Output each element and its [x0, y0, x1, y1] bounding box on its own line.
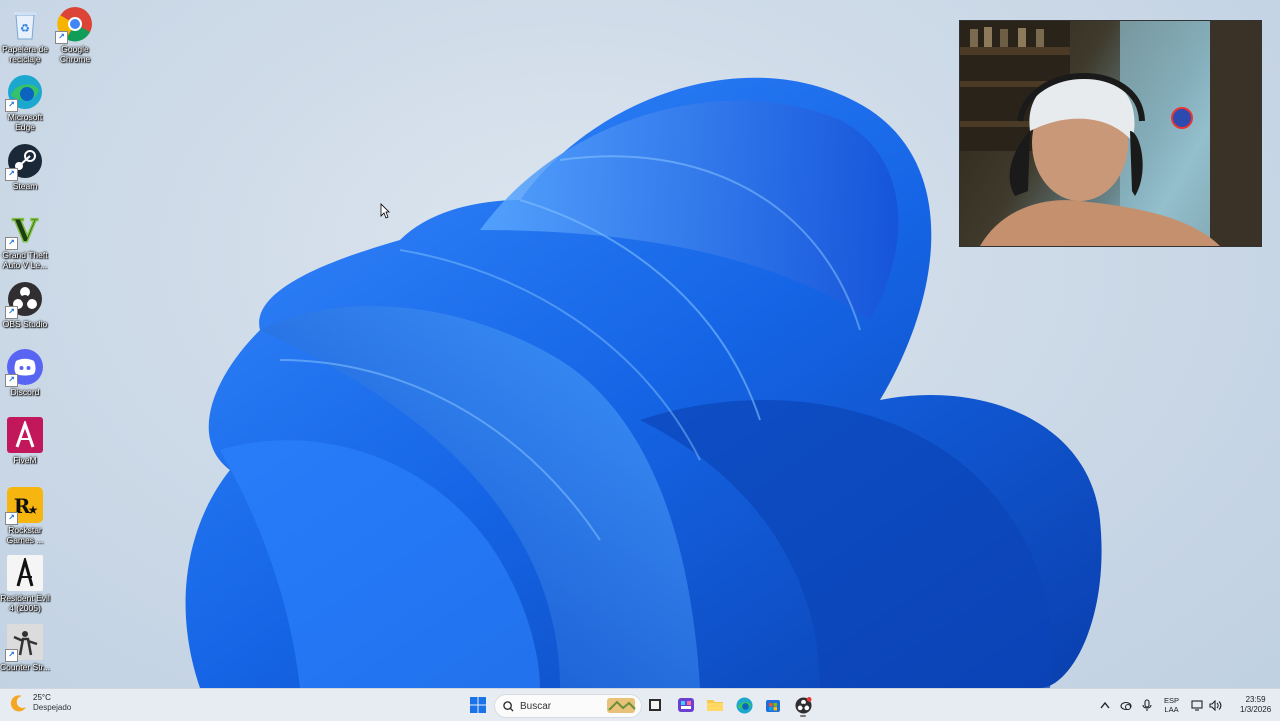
desktop-icon-discord[interactable]: ↗ Discord	[0, 349, 50, 398]
shortcut-arrow-icon: ↗	[5, 99, 18, 112]
desktop-icon-rockstar[interactable]: R ★ ↗ Rockstar Games ...	[0, 487, 50, 545]
shortcut-arrow-icon: ↗	[5, 374, 18, 387]
shortcut-arrow-icon: ↗	[5, 168, 18, 181]
clock[interactable]: 23:59 1/3/2026	[1240, 695, 1271, 715]
taskbar-task-view[interactable]	[643, 693, 667, 717]
microphone-icon[interactable]	[1142, 698, 1152, 712]
obs-icon: ↗	[5, 281, 43, 319]
desktop-icon-resident-evil[interactable]: Resident Evil 4 (2005)	[0, 555, 50, 613]
shortcut-arrow-icon: ↗	[5, 306, 18, 319]
taskbar-search-box[interactable]: Buscar	[494, 694, 642, 718]
discord-icon: ↗	[5, 349, 43, 387]
shortcut-arrow-icon: ↗	[5, 237, 18, 250]
weather-widget[interactable]: 25°C Despejado	[10, 693, 71, 713]
store-icon	[766, 700, 780, 712]
shortcut-arrow-icon: ↗	[5, 649, 18, 662]
webcam-overlay	[959, 20, 1262, 247]
search-highlight-icon	[607, 698, 636, 713]
webcam-person-image	[960, 21, 1261, 246]
desktop-icon-chrome[interactable]: ↗ Google Chrome	[50, 6, 100, 64]
taskbar: 25°C Despejado Buscar ESP LAA 23:59 1/3/…	[0, 688, 1280, 721]
volume-icon[interactable]	[1209, 699, 1222, 711]
start-button[interactable]	[466, 693, 490, 717]
clock-date: 1/3/2026	[1240, 705, 1272, 714]
fivem-icon	[7, 417, 43, 453]
taskbar-edge[interactable]	[732, 693, 756, 717]
weather-description: Despejado	[33, 703, 72, 712]
clock-time: 23:59	[1245, 695, 1266, 704]
input-language-indicator[interactable]: ESP LAA	[1164, 696, 1179, 714]
chevron-up-icon[interactable]	[1100, 701, 1110, 709]
shortcut-arrow-icon: ↗	[55, 31, 68, 44]
copilot-icon	[678, 698, 694, 712]
desktop-icon-gta-v[interactable]: V ↗ Grand Theft Auto V Le...	[0, 212, 50, 270]
desktop-icon-recycle-bin[interactable]: ♻ Papelera de reciclaje	[0, 6, 50, 64]
task-view-icon	[649, 699, 661, 711]
running-indicator	[800, 715, 806, 717]
rockstar-icon: R ★ ↗	[5, 487, 43, 525]
recycle-bin-icon: ♻	[7, 6, 43, 42]
edge-icon: ↗	[5, 74, 43, 112]
taskbar-obs[interactable]	[791, 693, 815, 717]
desktop-icon-obs[interactable]: ↗ OBS Studio	[0, 281, 50, 330]
resident-evil-icon	[7, 555, 43, 591]
svg-text:♻: ♻	[20, 23, 30, 35]
chrome-icon: ↗	[55, 6, 93, 44]
desktop-icon-edge[interactable]: ↗ Microsoft Edge	[0, 74, 50, 132]
search-icon	[503, 700, 514, 712]
counter-strike-icon: ↗	[5, 624, 43, 662]
steam-icon: ↗	[5, 143, 43, 181]
moon-weather-icon	[10, 695, 26, 712]
windows-logo-icon	[470, 697, 486, 713]
taskbar-store[interactable]	[761, 693, 785, 717]
network-icon[interactable]	[1191, 699, 1203, 711]
desktop-icon-fivem[interactable]: FiveM	[0, 417, 50, 466]
onedrive-sync-icon[interactable]	[1120, 699, 1132, 711]
obs-icon	[794, 696, 812, 714]
taskbar-widgets[interactable]	[674, 693, 698, 717]
desktop-icon-counter-strike[interactable]: ↗ Counter Str...	[0, 624, 50, 673]
taskbar-file-explorer[interactable]	[703, 693, 727, 717]
edge-icon	[735, 696, 753, 714]
folder-icon	[707, 700, 723, 711]
desktop-icon-steam[interactable]: ↗ Steam	[0, 143, 50, 192]
search-placeholder: Buscar	[520, 700, 552, 712]
gta-v-icon: V ↗	[5, 212, 43, 250]
weather-temperature: 25°C	[33, 693, 51, 702]
svg-text:★: ★	[28, 503, 39, 517]
system-tray: ESP LAA 23:59 1/3/2026	[1100, 689, 1271, 721]
mouse-cursor-icon	[380, 203, 390, 219]
shortcut-arrow-icon: ↗	[5, 512, 18, 525]
